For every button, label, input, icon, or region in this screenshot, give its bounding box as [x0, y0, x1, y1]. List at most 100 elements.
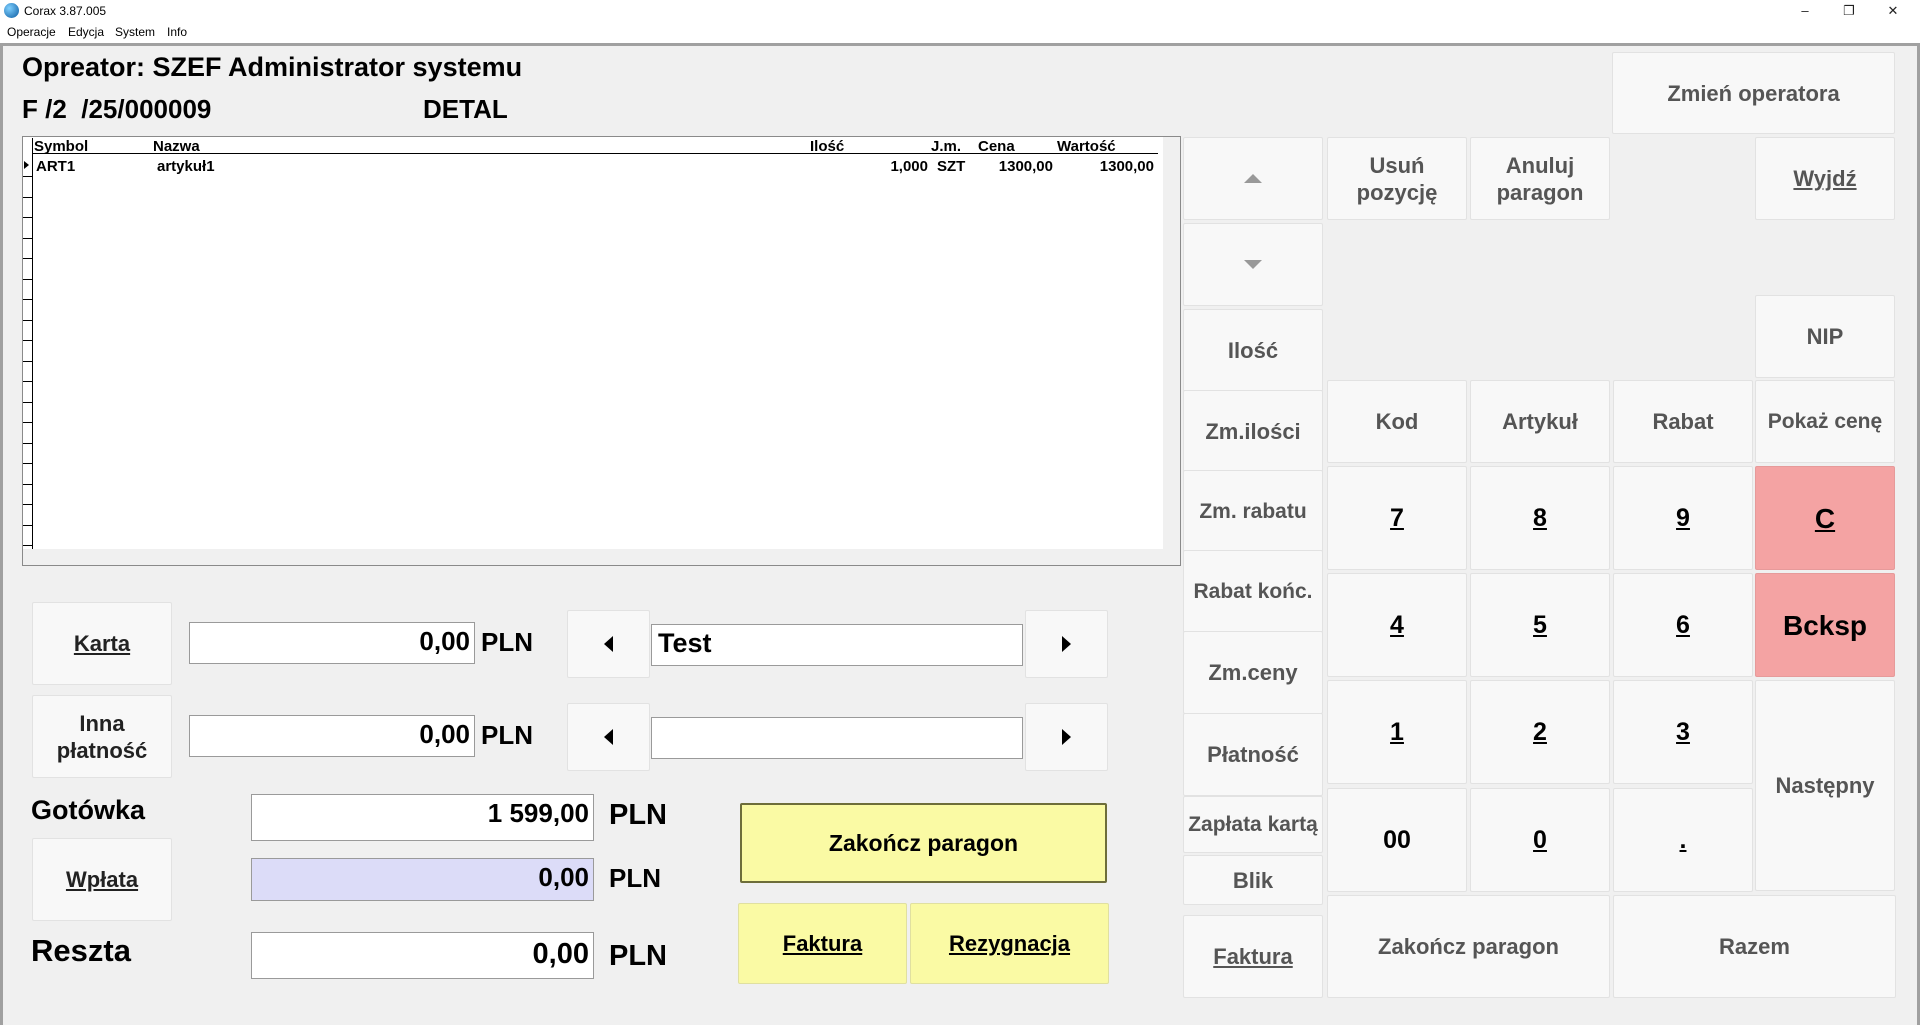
column-header-symbol[interactable]: Symbol	[34, 138, 88, 155]
key-3-button[interactable]: 3	[1613, 680, 1753, 784]
close-button[interactable]: ✕	[1870, 0, 1916, 22]
change-operator-button[interactable]: Zmień operatora	[1612, 52, 1895, 134]
karta-amount-field[interactable]: 0,00	[189, 622, 475, 664]
grid-row-separator	[23, 217, 33, 218]
grid-row-separator	[23, 401, 33, 403]
key-00-button[interactable]: 00	[1327, 788, 1467, 892]
key-8-button[interactable]: 8	[1470, 466, 1610, 570]
card-type-field[interactable]: Test	[651, 624, 1023, 666]
row-name[interactable]: artykuł1	[157, 158, 215, 175]
other-payment-type-field[interactable]	[651, 717, 1023, 759]
title-bar	[0, 0, 1920, 22]
grid-row-separator	[23, 196, 33, 198]
article-button[interactable]: Artykuł	[1470, 380, 1610, 463]
row-value[interactable]: 1300,00	[1060, 158, 1154, 175]
final-discount-button[interactable]: Rabat końc.	[1183, 550, 1323, 633]
backspace-button[interactable]: Bcksp	[1755, 573, 1895, 677]
row-price[interactable]: 1300,00	[970, 158, 1053, 175]
key-0-button[interactable]: 0	[1470, 788, 1610, 892]
gotowka-label: Gotówka	[31, 795, 146, 825]
arrow-right-icon	[1062, 729, 1071, 745]
reszta-currency: PLN	[609, 940, 667, 972]
key-decimal-button[interactable]: .	[1613, 788, 1753, 892]
column-header-qty[interactable]: Ilość	[810, 138, 844, 155]
arrow-down-icon	[1244, 260, 1262, 269]
code-button[interactable]: Kod	[1327, 380, 1467, 463]
karta-button[interactable]: Karta	[32, 602, 172, 685]
arrow-up-icon	[1244, 174, 1262, 183]
price-type-label: DETAL	[423, 94, 508, 124]
menu-operacje[interactable]: Operacje	[7, 25, 56, 39]
scroll-up-button[interactable]	[1183, 137, 1323, 220]
quantity-button[interactable]: Ilość	[1183, 309, 1323, 392]
window-bottom-edge	[0, 1025, 1920, 1031]
gotowka-amount-field[interactable]: 1 599,00	[251, 794, 594, 841]
grid-row-separator	[23, 381, 33, 382]
discount-button[interactable]: Rabat	[1613, 380, 1753, 463]
karta-currency: PLN	[481, 627, 533, 657]
payment-button[interactable]: Płatność	[1183, 713, 1323, 796]
menu-bar	[0, 22, 1920, 43]
key-9-button[interactable]: 9	[1613, 466, 1753, 570]
column-header-unit[interactable]: J.m.	[931, 138, 961, 155]
show-price-button[interactable]: Pokaż cenę	[1755, 380, 1895, 463]
card-payment-button[interactable]: Zapłata kartą	[1183, 796, 1323, 853]
blik-button[interactable]: Blik	[1183, 855, 1323, 905]
grid-row-separator	[23, 237, 33, 239]
grid-row-separator	[23, 176, 33, 177]
other-type-prev-button[interactable]	[567, 703, 650, 771]
scroll-down-button[interactable]	[1183, 223, 1323, 306]
key-7-button[interactable]: 7	[1327, 466, 1467, 570]
card-type-next-button[interactable]	[1025, 610, 1108, 678]
next-button[interactable]: Następny	[1755, 680, 1895, 891]
cancel-button[interactable]: Rezygnacja	[910, 903, 1109, 984]
inna-currency: PLN	[481, 720, 533, 750]
menu-edycja[interactable]: Edycja	[68, 25, 104, 39]
keypad-invoice-button[interactable]: Faktura	[1183, 915, 1323, 998]
cancel-receipt-button[interactable]: Anuluj paragon	[1470, 137, 1610, 220]
document-number: F /2 /25/000009	[22, 94, 212, 124]
change-price-button[interactable]: Zm.ceny	[1183, 631, 1323, 714]
menu-system[interactable]: System	[115, 25, 155, 39]
receipt-items-grid[interactable]	[22, 136, 1181, 566]
change-quantity-button[interactable]: Zm.ilości	[1183, 390, 1323, 473]
key-6-button[interactable]: 6	[1613, 573, 1753, 677]
current-row-marker-icon	[24, 161, 29, 169]
row-indicator-column	[23, 138, 33, 562]
total-button[interactable]: Razem	[1613, 895, 1896, 998]
invoice-button[interactable]: Faktura	[738, 903, 907, 984]
row-symbol[interactable]: ART1	[36, 158, 75, 175]
grid-row-separator	[23, 360, 33, 362]
grid-row-separator	[23, 483, 33, 485]
inna-platnosc-button[interactable]: Inna płatność	[32, 695, 172, 778]
key-2-button[interactable]: 2	[1470, 680, 1610, 784]
clear-button[interactable]: C	[1755, 466, 1895, 570]
wplata-button[interactable]: Wpłata	[32, 838, 172, 921]
other-type-next-button[interactable]	[1025, 703, 1108, 771]
row-qty[interactable]: 1,000	[850, 158, 928, 175]
grid-row-separator	[23, 463, 33, 464]
minimize-button[interactable]: –	[1782, 0, 1828, 22]
exit-button[interactable]: Wyjdź	[1755, 137, 1895, 220]
key-1-button[interactable]: 1	[1327, 680, 1467, 784]
finish-receipt-button[interactable]: Zakończ paragon	[740, 803, 1107, 883]
keypad-finish-receipt-button[interactable]: Zakończ paragon	[1327, 895, 1610, 998]
grid-vertical-scrollbar[interactable]	[1163, 137, 1180, 565]
nip-button[interactable]: NIP	[1755, 295, 1895, 378]
reszta-amount-field[interactable]: 0,00	[251, 932, 594, 979]
remove-item-button[interactable]: Usuń pozycję	[1327, 137, 1467, 220]
gotowka-currency: PLN	[609, 799, 667, 831]
card-type-prev-button[interactable]	[567, 610, 650, 678]
grid-horizontal-scrollbar[interactable]	[23, 549, 1163, 565]
column-header-name[interactable]: Nazwa	[153, 138, 200, 155]
key-4-button[interactable]: 4	[1327, 573, 1467, 677]
change-discount-button[interactable]: Zm. rabatu	[1183, 470, 1323, 553]
row-unit[interactable]: SZT	[937, 158, 965, 175]
column-header-price[interactable]: Cena	[978, 138, 1015, 155]
wplata-amount-field[interactable]: 0,00	[251, 858, 594, 901]
menu-info[interactable]: Info	[167, 25, 187, 39]
restore-button[interactable]: ❐	[1826, 0, 1872, 22]
key-5-button[interactable]: 5	[1470, 573, 1610, 677]
inna-platnosc-amount-field[interactable]: 0,00	[189, 715, 475, 757]
column-header-value[interactable]: Wartość	[1057, 138, 1116, 155]
